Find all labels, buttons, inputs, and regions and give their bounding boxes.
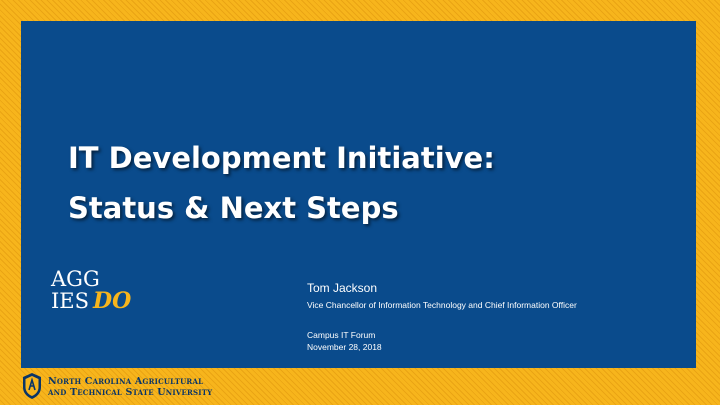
aggies-do-logo: AGG IES DO xyxy=(51,269,141,317)
presenter-role: Vice Chancellor of Information Technolog… xyxy=(307,300,577,310)
logo-line1: AGG xyxy=(51,267,100,291)
logo-accent: DO xyxy=(93,288,132,314)
university-name: North Carolina Agricultural and Technica… xyxy=(48,376,212,398)
slide-title: IT Development Initiative: Status & Next… xyxy=(68,133,495,233)
event-name: Campus IT Forum xyxy=(307,330,376,340)
logo-line2: IES xyxy=(51,289,90,313)
university-name-line1: North Carolina Agricultural xyxy=(48,376,204,387)
slide-panel: IT Development Initiative: Status & Next… xyxy=(21,21,696,368)
footer: North Carolina Agricultural and Technica… xyxy=(21,372,321,402)
slide-title-line2: Status & Next Steps xyxy=(68,191,399,225)
university-name-line2: and Technical State University xyxy=(48,387,213,398)
university-seal-icon xyxy=(23,373,41,399)
slide-title-line1: IT Development Initiative: xyxy=(68,141,495,175)
presenter-name: Tom Jackson xyxy=(307,281,378,295)
event-date: November 28, 2018 xyxy=(307,342,382,352)
